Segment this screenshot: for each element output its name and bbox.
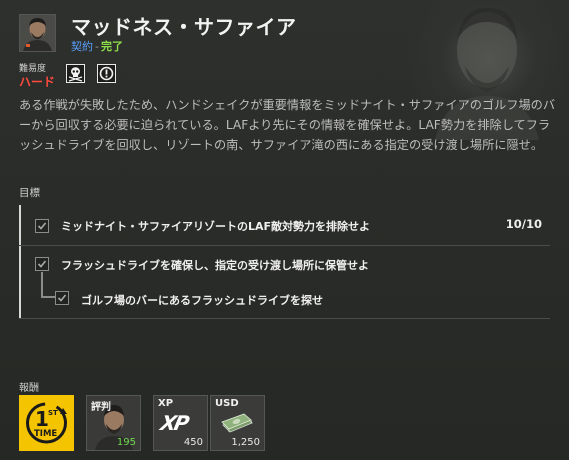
usd-label: USD [215, 398, 239, 409]
reward-reputation[interactable]: 評判 195 [86, 395, 141, 451]
xp-value: 450 [183, 437, 203, 448]
cash-stack-icon [221, 413, 253, 433]
reward-xp[interactable]: XP XP 450 [153, 395, 208, 451]
objective-count: 10/10 [505, 217, 542, 231]
reward-usd[interactable]: USD 1,250 [210, 395, 265, 451]
difficulty-value: ハード [19, 75, 56, 89]
objectives-list: ミッドナイト・サファイアリゾートのLAF敵対勢力を排除せよ 10/10 フラッシ… [19, 205, 550, 319]
divider [19, 318, 550, 319]
status-label: 契約 [71, 40, 93, 53]
mission-avatar [19, 14, 56, 52]
rewards-heading: 報酬 [19, 383, 39, 394]
xp-label: XP [158, 398, 174, 409]
status-value: 完了 [100, 40, 123, 53]
first-time-number: 1 [35, 407, 49, 431]
objective-text: ゴルフ場のバーにあるフラッシュドライブを探せ [81, 294, 323, 307]
mission-status: 契約 - 完了 [71, 38, 123, 54]
objectives-heading: 目標 [19, 187, 40, 199]
subobjective-connector [41, 272, 55, 298]
first-time-suffix: ST [48, 409, 58, 417]
status-separator: - [95, 40, 99, 53]
objective-text: フラッシュドライブを確保し、指定の受け渡し場所に保管せよ [61, 259, 369, 272]
skull-icon [66, 64, 85, 83]
objective-text: ミッドナイト・サファイアリゾートのLAF敵対勢力を排除せよ [61, 220, 371, 233]
reward-first-time[interactable]: 1 ST TIME [19, 395, 74, 451]
objective-marker [19, 246, 21, 318]
first-time-label: TIME [34, 429, 58, 439]
reputation-label: 評判 [91, 402, 111, 413]
mission-description: ある作戦が失敗したため、ハンドシェイクが重要情報をミッドナイト・サファイアのゴル… [19, 98, 556, 152]
objective-checkbox [35, 219, 49, 233]
objective-checkbox [55, 291, 69, 305]
reputation-value: 195 [116, 437, 136, 448]
mission-title: マッドネス・サファイア [71, 15, 297, 39]
objective-marker [19, 205, 21, 245]
usd-value: 1,250 [231, 437, 260, 448]
xp-logo-icon: XP [158, 411, 190, 435]
exclamation-icon [97, 64, 116, 83]
objective-checkbox [35, 257, 49, 271]
divider [19, 245, 550, 246]
